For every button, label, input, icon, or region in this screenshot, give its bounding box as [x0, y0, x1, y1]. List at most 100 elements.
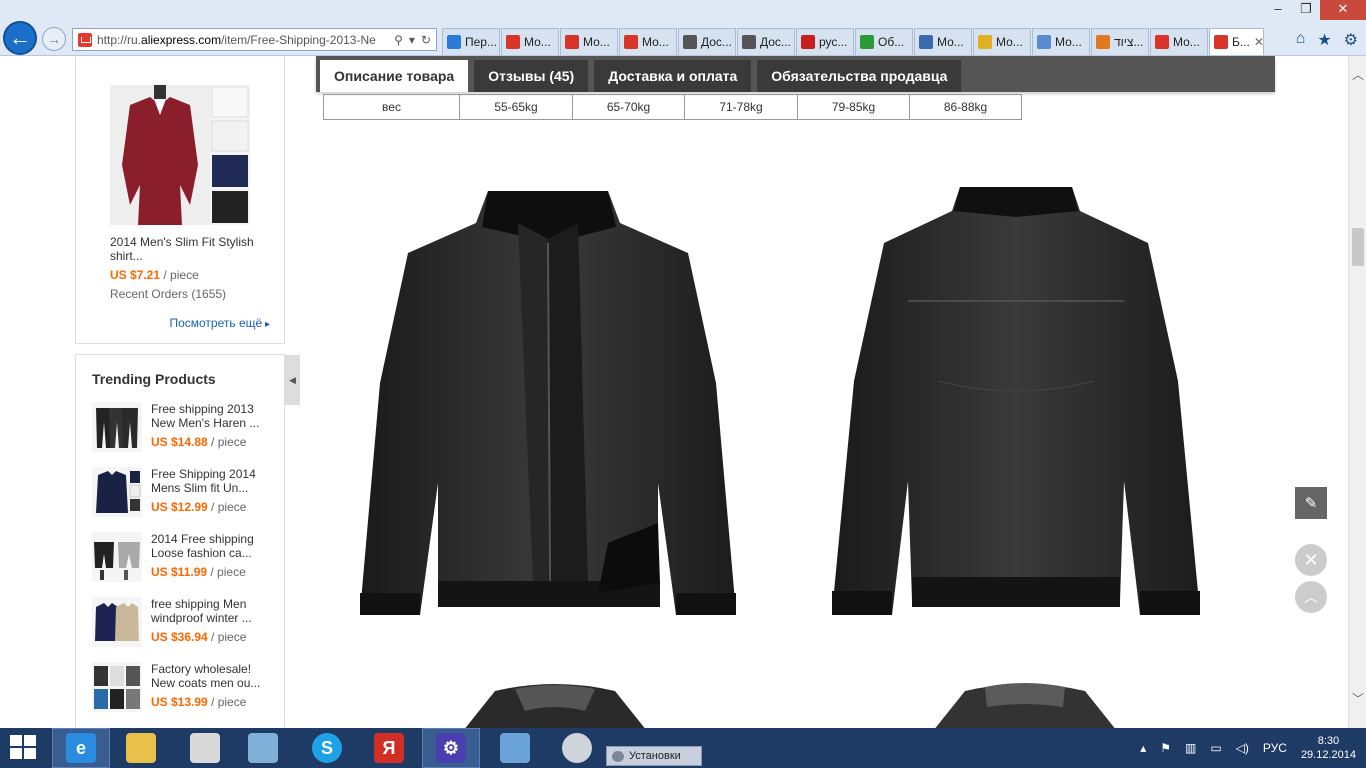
browser-tab[interactable]: Дос...: [737, 28, 795, 55]
folder-icon: [126, 733, 156, 763]
taskbar-ie[interactable]: e: [52, 728, 110, 768]
browser-tab[interactable]: Мо...: [914, 28, 972, 55]
restore-button[interactable]: ❐: [1292, 0, 1320, 20]
gear-icon[interactable]: ⚙: [1344, 30, 1358, 50]
close-window-button[interactable]: ✕: [1320, 0, 1366, 20]
tab-label: ציוד...: [1114, 35, 1144, 49]
arrow-right-icon: →: [47, 31, 61, 47]
forward-button[interactable]: →: [42, 27, 66, 51]
tab-label: Мо...: [524, 35, 551, 49]
home-icon[interactable]: ⌂: [1296, 30, 1306, 50]
system-tray: ▴ ⚑ ▥ ▭ ◁) РУС 8:30 29.12.2014: [1140, 728, 1356, 768]
tab-label: Мо...: [996, 35, 1023, 49]
tab-favicon-icon: [624, 35, 638, 49]
jacket-front-image-2: [465, 684, 645, 728]
tab-label: Б...: [1232, 35, 1250, 49]
chevron-up-icon: ︿: [1304, 589, 1318, 605]
minimize-button[interactable]: –: [1264, 0, 1292, 20]
list-item[interactable]: Factory wholesale! New coats men ou... U…: [92, 662, 272, 714]
taskbar-paint[interactable]: [176, 728, 234, 768]
scroll-to-top-button[interactable]: ︿: [1295, 581, 1327, 613]
red-shirt-thumbnail[interactable]: [110, 85, 250, 225]
volume-icon[interactable]: ◁): [1236, 741, 1249, 755]
product-tab[interactable]: Доставка и оплата: [594, 60, 752, 92]
vertical-scrollbar[interactable]: ︿ ﹀: [1348, 56, 1366, 728]
product-tab[interactable]: Описание товара: [320, 60, 469, 92]
tab-favicon-icon: [683, 35, 697, 49]
browser-tab[interactable]: Пер...: [442, 28, 500, 55]
tray-expand-icon[interactable]: ▴: [1140, 741, 1146, 755]
taskbar-yandex[interactable]: Я: [360, 728, 418, 768]
trending-item-name: Factory wholesale! New coats men ou...: [151, 662, 261, 690]
browser-tab[interactable]: рус...: [796, 28, 854, 55]
arrow-left-icon: ←: [9, 25, 31, 50]
table-cell: 65-70kg: [572, 94, 685, 120]
scrollbar-thumb[interactable]: [1352, 228, 1364, 266]
network-icon[interactable]: ▥: [1185, 741, 1196, 755]
list-item[interactable]: free shipping Men windproof winter ... U…: [92, 597, 272, 649]
taskbar-settings[interactable]: ⚙: [422, 728, 480, 768]
browser-tab[interactable]: Мо...: [501, 28, 559, 55]
browser-tab[interactable]: Мо...: [1150, 28, 1208, 55]
clock-date: 29.12.2014: [1300, 749, 1356, 761]
windows-start-icon[interactable]: [10, 735, 38, 761]
edit-button[interactable]: ✎: [1295, 487, 1327, 519]
tab-label: Мо...: [1173, 35, 1200, 49]
close-tab-icon[interactable]: ✕: [1254, 35, 1263, 49]
recommended-product-title[interactable]: 2014 Men's Slim Fit Stylish shirt...: [110, 235, 260, 263]
search-icon[interactable]: ⚲: [394, 33, 403, 47]
sidebar-collapse-button[interactable]: ◀: [285, 355, 300, 405]
list-item[interactable]: 2014 Free shipping Loose fashion ca... U…: [92, 532, 272, 584]
see-more-link[interactable]: Посмотреть ещё: [169, 316, 270, 330]
tab-label: Пер...: [465, 35, 497, 49]
address-bar[interactable]: http://ru.aliexpress.com/item/Free-Shipp…: [72, 28, 437, 51]
coats-thumbnail[interactable]: [92, 662, 142, 712]
scroll-up-icon[interactable]: ︿: [1349, 66, 1366, 84]
browser-tab[interactable]: Об...: [855, 28, 913, 55]
product-tab[interactable]: Обязательства продавца: [757, 60, 962, 92]
tab-favicon-icon: [801, 35, 815, 49]
toolbar-icons: ⌂ ★ ⚙: [1296, 30, 1358, 50]
browser-tab[interactable]: Мо...: [973, 28, 1031, 55]
browser-tab[interactable]: Мо...: [619, 28, 677, 55]
taskbar-control-panel[interactable]: [486, 728, 544, 768]
trending-item-price: US $13.99 / piece: [151, 695, 247, 709]
browser-tab[interactable]: Дос...: [678, 28, 736, 55]
clock[interactable]: 8:30 29.12.2014: [1301, 734, 1356, 762]
close-panel-button[interactable]: ✕: [1295, 544, 1327, 576]
shirt-thumbnail[interactable]: [92, 467, 142, 517]
shorts-thumbnail[interactable]: [92, 532, 142, 582]
monitor-icon[interactable]: ▭: [1210, 741, 1221, 755]
taskbar-notes[interactable]: [234, 728, 292, 768]
list-item[interactable]: Free Shipping 2014 Mens Slim fit Un... U…: [92, 467, 272, 519]
scroll-down-icon[interactable]: ﹀: [1349, 690, 1366, 708]
product-tab[interactable]: Отзывы (45): [474, 60, 589, 92]
language-indicator[interactable]: РУС: [1263, 741, 1287, 755]
trending-item-price: US $14.88 / piece: [151, 435, 247, 449]
url-text[interactable]: http://ru.aliexpress.com/item/Free-Shipp…: [97, 33, 389, 47]
taskbar-headset-app[interactable]: [548, 728, 606, 768]
recommended-orders-count: Recent Orders (1655): [110, 287, 227, 301]
browser-tab[interactable]: ציוד...: [1091, 28, 1149, 55]
browser-tab[interactable]: Б... ✕: [1209, 28, 1264, 55]
taskbar-window-settings[interactable]: Установки: [606, 746, 702, 766]
trending-heading: Trending Products: [92, 371, 216, 387]
browser-chrome: – ❐ ✕ ← → http://ru.aliexpress.com/item/…: [0, 0, 1366, 56]
taskbar-explorer[interactable]: [112, 728, 170, 768]
internet-explorer-icon: e: [66, 733, 96, 763]
favorites-star-icon[interactable]: ★: [1317, 30, 1331, 50]
refresh-icon[interactable]: ↻: [421, 33, 431, 47]
dropdown-icon[interactable]: ▾: [409, 33, 415, 47]
back-button[interactable]: ←: [3, 21, 37, 55]
pants-thumbnail[interactable]: [92, 402, 142, 452]
coat-thumbnail[interactable]: [92, 597, 142, 647]
aliexpress-favicon-icon: [78, 32, 92, 47]
trending-item-name: Free shipping 2013 New Men's Haren ...: [151, 402, 260, 430]
browser-tab[interactable]: Мо...: [1032, 28, 1090, 55]
flag-icon[interactable]: ⚑: [1160, 741, 1171, 755]
list-item[interactable]: Free shipping 2013 New Men's Haren ... U…: [92, 402, 272, 454]
browser-tab[interactable]: Мо...: [560, 28, 618, 55]
page-content: 2014 Men's Slim Fit Stylish shirt... US …: [0, 56, 1348, 728]
tab-favicon-icon: [1096, 35, 1110, 49]
taskbar-skype[interactable]: S: [298, 728, 356, 768]
